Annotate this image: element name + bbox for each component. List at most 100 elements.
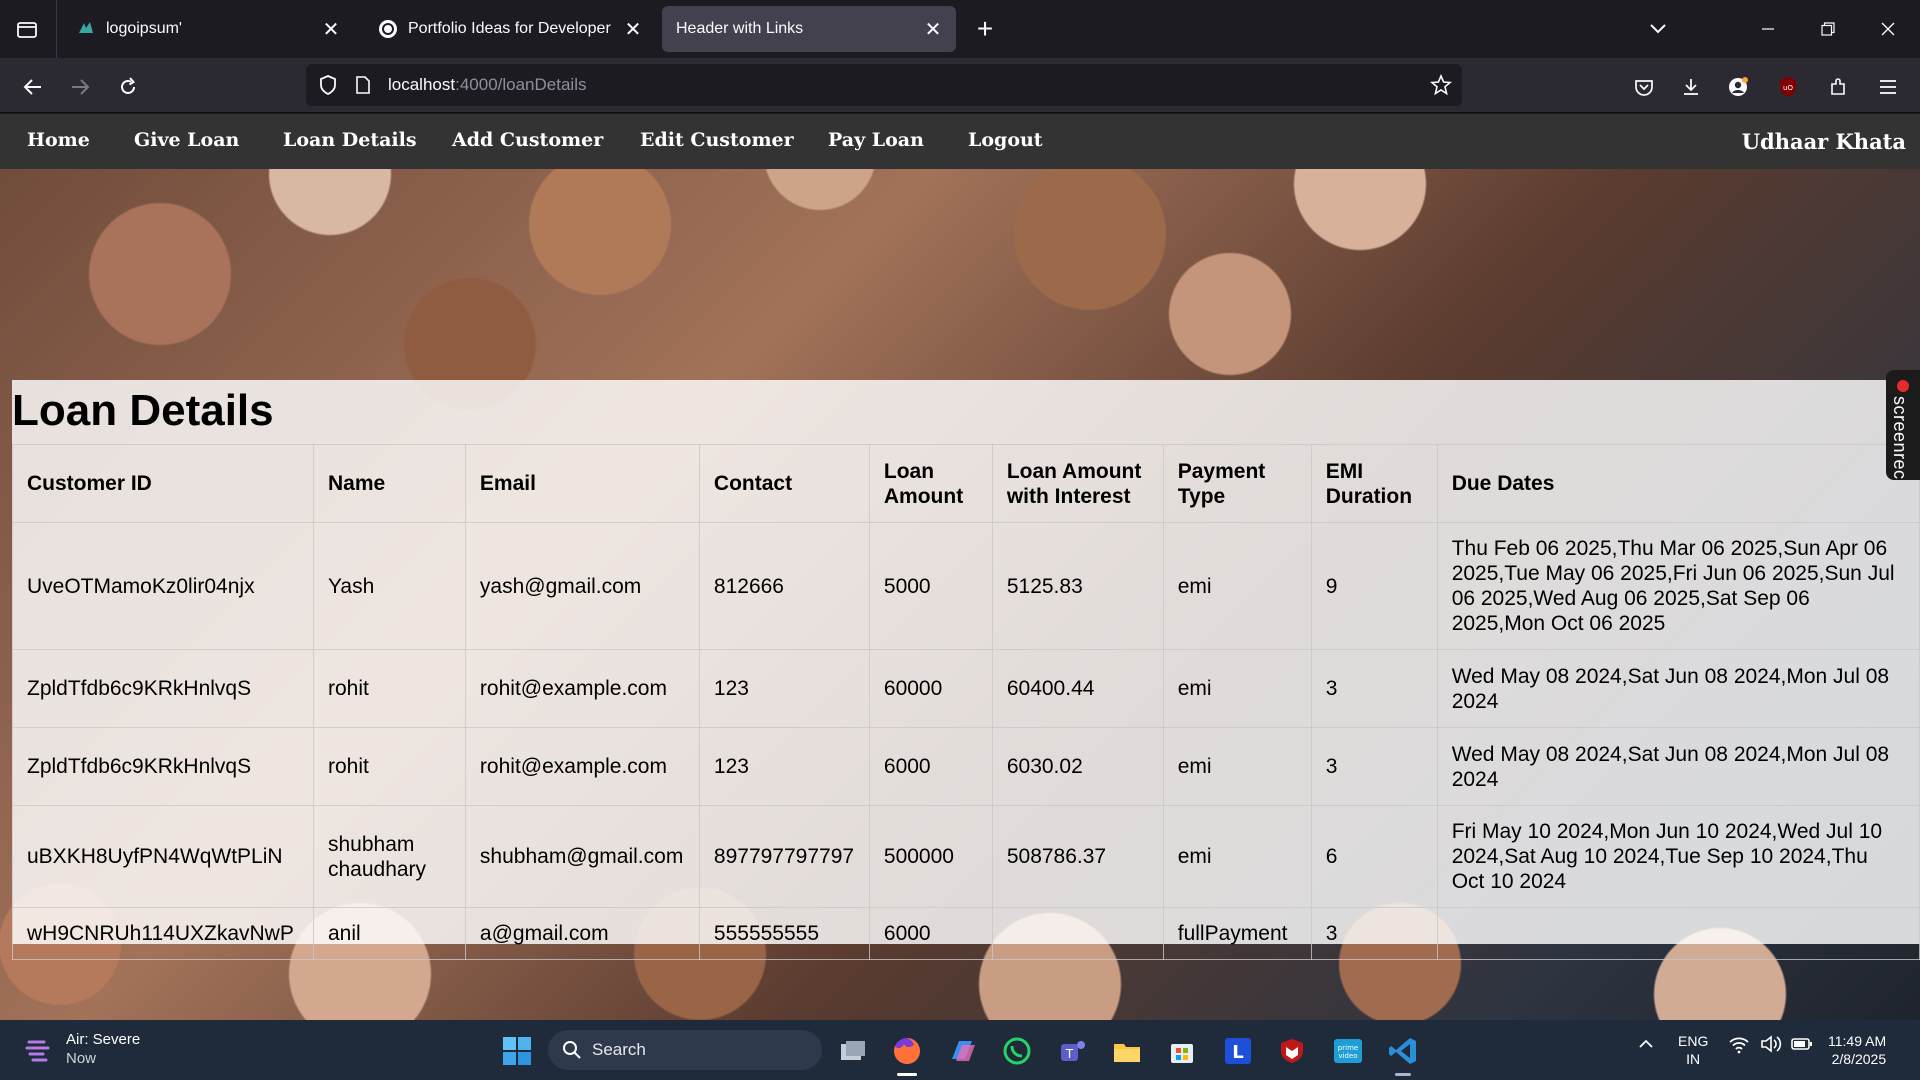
restore-icon[interactable] [1798,0,1858,58]
cell-customer-id: UveOTMamoKz0lir04njx [12,522,314,650]
header-line: with Interest [1006,484,1131,508]
chevron-down-icon[interactable] [1643,14,1673,44]
column-header-emi-duration: EMI Duration [1310,444,1438,523]
screenrec-widget[interactable]: screenrec [1886,370,1920,480]
region-line: IN [1686,1051,1701,1067]
svg-text:video: video [1338,1052,1357,1060]
cell-name: rohit [312,649,466,728]
cell-loan-with-interest: 508786.37 [991,805,1164,908]
cell-name: rohit [312,727,466,806]
menu-hamburger-icon[interactable] [1871,70,1905,104]
mcafee-icon[interactable] [1275,1034,1309,1068]
extensions-icon[interactable] [1821,70,1855,104]
windows-start-icon[interactable] [502,1036,532,1066]
cell-loan-amount: 500000 [868,805,993,908]
page-info-icon[interactable] [354,75,372,100]
column-header-loan-with-interest: Loan Amount with Interest [991,444,1164,523]
task-view-icon[interactable] [836,1034,870,1068]
cell-name: shubham chaudhary [312,805,466,908]
teams-icon[interactable]: T [1056,1034,1090,1068]
brand-title: Udhaar Khata [1741,129,1906,154]
cell-emi-duration: 9 [1310,522,1438,650]
record-dot-icon [1897,380,1909,392]
downloads-icon[interactable] [1674,70,1708,104]
clock[interactable]: 11:49 AM 2/8/2025 [1828,1032,1886,1068]
close-window-icon[interactable] [1858,0,1918,58]
cell-customer-id: ZpldTfdb6c9KRkHnlvqS [12,649,314,728]
header-line: EMI [1325,459,1364,483]
back-icon[interactable] [16,70,50,104]
tab-title: Header with Links [676,20,804,37]
nav-link-pay-loan[interactable]: Pay Loan [828,129,924,151]
nav-link-logout[interactable]: Logout [968,129,1043,151]
tab-close-icon[interactable]: ✕ [618,14,648,44]
show-hidden-icons-icon[interactable] [1636,1034,1656,1059]
cell-loan-amount: 6000 [868,907,993,960]
tab-close-icon[interactable]: ✕ [316,14,346,44]
list-all-tabs-icon[interactable] [12,17,42,43]
language-indicator[interactable]: ENG IN [1678,1032,1708,1068]
microsoft-store-icon[interactable] [1165,1034,1199,1068]
app-l-icon[interactable]: L [1221,1034,1255,1068]
cell-due-dates: Wed May 08 2024,Sat Jun 08 2024,Mon Jul … [1436,727,1920,806]
weather-title: Air: Severe [66,1031,141,1048]
column-header-loan-amount: Loan Amount [868,444,993,523]
table-row: ZpldTfdb6c9KRkHnlvqS rohit rohit@example… [12,727,1920,806]
cell-name: anil [312,907,466,960]
shield-icon[interactable] [318,74,338,101]
cell-loan-with-interest: 60400.44 [991,649,1164,728]
battery-icon[interactable] [1790,1034,1814,1059]
vscode-icon[interactable] [1386,1034,1420,1076]
nav-link-give-loan[interactable]: Give Loan [134,129,239,151]
tab-close-icon[interactable]: ✕ [918,14,948,44]
cell-due-dates: Thu Feb 06 2025,Thu Mar 06 2025,Sun Apr … [1436,522,1920,650]
cell-payment-type: emi [1162,522,1312,650]
table-row: wH9CNRUh114UXZkavNwP anil a@gmail.com 55… [12,907,1920,960]
reload-icon[interactable] [111,70,145,104]
file-explorer-icon[interactable] [1110,1034,1144,1068]
ublock-origin-icon[interactable]: uO [1771,70,1805,104]
forward-icon[interactable] [63,70,97,104]
account-icon[interactable] [1721,70,1755,104]
header-line: Loan Amount [1006,459,1142,483]
column-header-due-dates: Due Dates [1436,444,1920,523]
volume-icon[interactable] [1760,1034,1782,1059]
wifi-icon[interactable] [1728,1034,1750,1059]
weather-widget[interactable]: Air: Severe Now [24,1030,140,1068]
page-viewport: Home Give Loan Loan Details Add Customer… [0,114,1920,1020]
header-line: Duration [1325,484,1413,508]
cell-contact: 812666 [698,522,870,650]
air-quality-icon [25,1040,50,1062]
header-line: Amount [883,484,964,508]
minimize-icon[interactable] [1738,0,1798,58]
cell-loan-amount: 6000 [868,727,993,806]
whatsapp-icon[interactable] [1000,1034,1034,1068]
cell-due-dates: Fri May 10 2024,Mon Jun 10 2024,Wed Jul … [1436,805,1920,908]
openai-favicon-icon [378,19,398,39]
tab-header-with-links[interactable]: Header with Links ✕ [662,6,956,52]
pocket-icon[interactable] [1627,70,1661,104]
nav-link-loan-details[interactable]: Loan Details [283,129,417,151]
cell-email: rohit@example.com [464,727,700,806]
cell-emi-duration: 6 [1310,805,1438,908]
tab-logoipsum[interactable]: logoipsum' ✕ [62,6,354,52]
bookmark-star-icon[interactable] [1430,73,1452,101]
cell-payment-type: emi [1162,727,1312,806]
prime-video-icon[interactable]: prime video [1331,1034,1365,1068]
clock-time: 11:49 AM [1828,1033,1887,1049]
copilot-icon[interactable] [946,1034,980,1068]
nav-link-home[interactable]: Home [27,129,90,151]
url-path: :4000/loanDetails [455,75,587,94]
cell-emi-duration: 3 [1310,727,1438,806]
firefox-icon[interactable] [890,1034,924,1076]
new-tab-icon[interactable]: + [970,14,1000,44]
tab-portfolio-ideas[interactable]: Portfolio Ideas for Developer ✕ [364,6,656,52]
cell-email: shubham@gmail.com [464,805,700,908]
svg-text:T: T [1065,1047,1074,1061]
nav-link-add-customer[interactable]: Add Customer [452,129,603,151]
search-label: Search [592,1040,646,1059]
cell-contact: 555555555 [698,907,870,960]
nav-link-edit-customer[interactable]: Edit Customer [640,129,794,151]
taskbar-search-box[interactable]: Search [548,1030,822,1070]
address-bar[interactable]: localhost:4000/loanDetails [306,64,1462,106]
